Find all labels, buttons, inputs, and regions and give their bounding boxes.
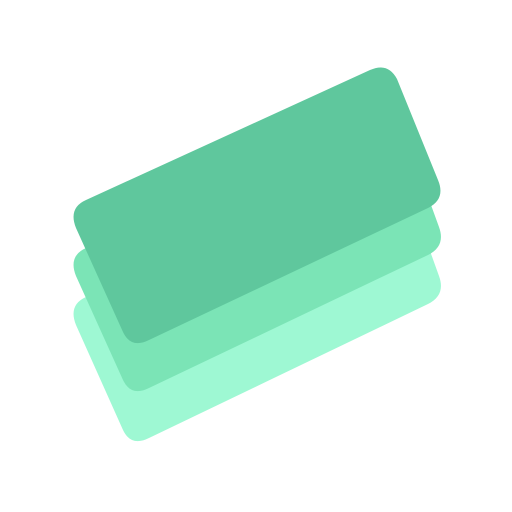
- stacked-cards-icon: [73, 67, 441, 442]
- app-icon-canvas: [0, 0, 512, 512]
